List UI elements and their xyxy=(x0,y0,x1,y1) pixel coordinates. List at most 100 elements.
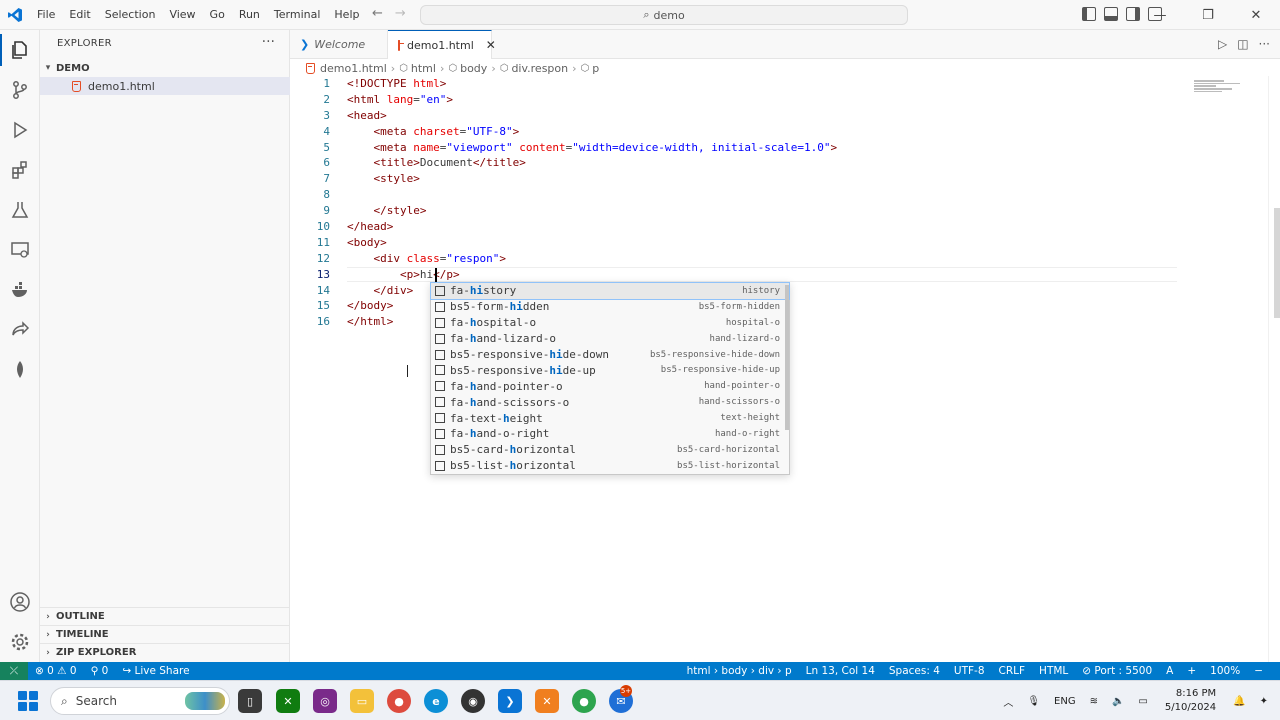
tab-demo1[interactable]: demo1.html ✕ xyxy=(388,30,496,59)
folder-demo[interactable]: ▾ DEMO xyxy=(40,60,290,76)
status-breadcrumb[interactable]: html › body › div › p xyxy=(680,665,799,677)
media-app-icon[interactable]: ◎ xyxy=(313,689,337,713)
html-file-icon xyxy=(72,80,81,92)
live-share-button[interactable]: ↪ Live Share xyxy=(115,665,196,677)
chrome-icon[interactable]: ● xyxy=(387,689,411,713)
clock[interactable]: 8:16 PM 5/10/2024 xyxy=(1165,687,1216,715)
close-icon[interactable]: ✕ xyxy=(486,38,496,52)
suggestion-item[interactable]: fa-history history xyxy=(430,282,790,300)
settings-gear-icon[interactable] xyxy=(8,630,32,654)
line-number: 14 xyxy=(316,283,330,297)
source-control-icon[interactable] xyxy=(8,78,32,102)
menu-terminal[interactable]: Terminal xyxy=(267,0,328,30)
run-debug-icon[interactable] xyxy=(8,118,32,142)
scroll-thumb[interactable] xyxy=(1274,208,1280,318)
menu-go[interactable]: Go xyxy=(203,0,232,30)
suggestion-item[interactable]: fa-hand-o-right hand-o-right xyxy=(431,426,789,442)
file-item-demo1[interactable]: demo1.html xyxy=(40,77,290,95)
language-mode[interactable]: HTML xyxy=(1032,665,1075,677)
suggestion-item[interactable]: bs5-list-horizontal bs5-list-horizontal xyxy=(431,458,789,474)
live-share-icon[interactable] xyxy=(8,318,32,342)
snippet-icon xyxy=(435,397,445,408)
suggestion-item[interactable]: fa-hand-lizard-o hand-lizard-o xyxy=(431,331,789,347)
remote-indicator-icon[interactable]: ⤫ xyxy=(0,662,28,680)
end-of-line[interactable]: CRLF xyxy=(992,665,1033,677)
account-icon[interactable] xyxy=(8,590,32,614)
line-number-gutter: 1 2 3 4 5 6 7 8 9 10 11 12 13 14 15 16 xyxy=(290,76,330,330)
xbox-icon[interactable]: ✕ xyxy=(276,689,300,713)
toggle-primary-sidebar-icon[interactable] xyxy=(1082,7,1096,21)
extensions-icon[interactable] xyxy=(8,158,32,182)
suggestion-item[interactable]: fa-text-height text-height xyxy=(431,410,789,426)
menu-view[interactable]: View xyxy=(162,0,202,30)
notifications-bell-icon[interactable]: 🔔 xyxy=(1233,696,1245,707)
input-language[interactable]: ENG xyxy=(1054,696,1076,707)
encoding[interactable]: UTF-8 xyxy=(947,665,992,677)
more-actions-icon[interactable]: ··· xyxy=(262,34,275,50)
problems-indicator[interactable]: ⊗ 0 ⚠ 0 xyxy=(28,665,84,677)
editor-scrollbar[interactable] xyxy=(1268,76,1280,662)
taskbar-search[interactable]: ⌕ Search xyxy=(50,687,230,715)
menu-selection[interactable]: Selection xyxy=(98,0,163,30)
command-center[interactable]: ⌕ demo xyxy=(420,5,908,25)
remote-explorer-icon[interactable] xyxy=(8,238,32,262)
chevron-up-icon[interactable]: ︿ xyxy=(1003,694,1013,709)
windows-start-icon[interactable] xyxy=(18,691,38,711)
wifi-icon[interactable]: ≋ xyxy=(1090,696,1098,707)
toggle-panel-icon[interactable] xyxy=(1104,7,1118,21)
testing-flask-icon[interactable] xyxy=(8,198,32,222)
run-icon[interactable]: ▷ xyxy=(1218,37,1227,51)
suggestion-item[interactable]: bs5-form-hidden bs5-form-hidden xyxy=(431,299,789,315)
ports-indicator[interactable]: ⚲ 0 xyxy=(84,665,116,677)
volume-icon[interactable]: 🔈 xyxy=(1112,696,1124,707)
split-editor-icon[interactable]: ◫ xyxy=(1237,37,1248,51)
vscode-taskbar-icon[interactable]: ❯ xyxy=(498,689,522,713)
file-explorer-icon[interactable]: ▭ xyxy=(350,689,374,713)
breadcrumb-item[interactable]: div.respon xyxy=(511,62,568,75)
zoom-out-icon[interactable]: − xyxy=(1247,665,1270,677)
chrome-profile-icon[interactable]: ● xyxy=(572,689,596,713)
timeline-panel[interactable]: › TIMELINE xyxy=(40,625,290,643)
menu-file[interactable]: File xyxy=(30,0,62,30)
suggestion-item[interactable]: bs5-responsive-hide-up bs5-responsive-hid… xyxy=(431,362,789,378)
close-window-icon[interactable]: ✕ xyxy=(1232,0,1280,30)
suggestion-item[interactable]: fa-hospital-o hospital-o xyxy=(431,315,789,331)
back-arrow-icon[interactable]: ← xyxy=(372,6,383,21)
microphone-icon[interactable]: 🎙 xyxy=(1027,696,1040,707)
task-view-icon[interactable]: ▯ xyxy=(238,689,262,713)
restore-icon[interactable]: ❐ xyxy=(1184,0,1232,30)
outline-panel[interactable]: › OUTLINE xyxy=(40,607,290,625)
breadcrumb-item[interactable]: body xyxy=(460,62,487,75)
menu-help[interactable]: Help xyxy=(327,0,366,30)
menu-edit[interactable]: Edit xyxy=(62,0,97,30)
suggestion-item[interactable]: bs5-card-horizontal bs5-card-horizontal xyxy=(431,442,789,458)
xampp-icon[interactable]: ✕ xyxy=(535,689,559,713)
mongodb-leaf-icon[interactable] xyxy=(8,358,32,382)
suggestion-item[interactable]: fa-hand-pointer-o hand-pointer-o xyxy=(431,378,789,394)
cursor-position[interactable]: Ln 13, Col 14 xyxy=(799,665,882,677)
minimize-icon[interactable]: — xyxy=(1136,0,1184,30)
copilot-icon[interactable]: ✦ xyxy=(1260,696,1268,707)
menu-run[interactable]: Run xyxy=(232,0,267,30)
explorer-icon[interactable] xyxy=(8,38,32,62)
github-desktop-icon[interactable]: ◉ xyxy=(461,689,485,713)
breadcrumb-item[interactable]: p xyxy=(592,62,599,75)
suggestion-item[interactable]: bs5-responsive-hide-down bs5-responsive-h… xyxy=(431,347,789,363)
live-server-port[interactable]: ⊘ Port : 5500 xyxy=(1075,665,1159,677)
indentation[interactable]: Spaces: 4 xyxy=(882,665,947,677)
minimap[interactable] xyxy=(1194,80,1244,100)
zoom-in-icon[interactable]: + xyxy=(1180,665,1203,677)
tab-welcome[interactable]: ❯ Welcome xyxy=(290,30,388,59)
docker-icon[interactable] xyxy=(8,278,32,302)
more-icon[interactable]: ··· xyxy=(1259,37,1270,51)
edge-icon[interactable]: e xyxy=(424,689,448,713)
zip-explorer-panel[interactable]: › ZIP EXPLORER xyxy=(40,643,290,661)
battery-icon[interactable]: ▭ xyxy=(1138,696,1147,707)
font-size-icon[interactable]: A xyxy=(1159,665,1180,677)
forward-arrow-icon[interactable]: → xyxy=(395,6,406,21)
suggestions-scrollbar[interactable] xyxy=(785,285,789,430)
breadcrumb-item[interactable]: demo1.html xyxy=(320,62,387,75)
suggestion-item[interactable]: fa-hand-scissors-o hand-scissors-o xyxy=(431,394,789,410)
zoom-level[interactable]: 100% xyxy=(1203,665,1247,677)
breadcrumb-item[interactable]: html xyxy=(411,62,436,75)
